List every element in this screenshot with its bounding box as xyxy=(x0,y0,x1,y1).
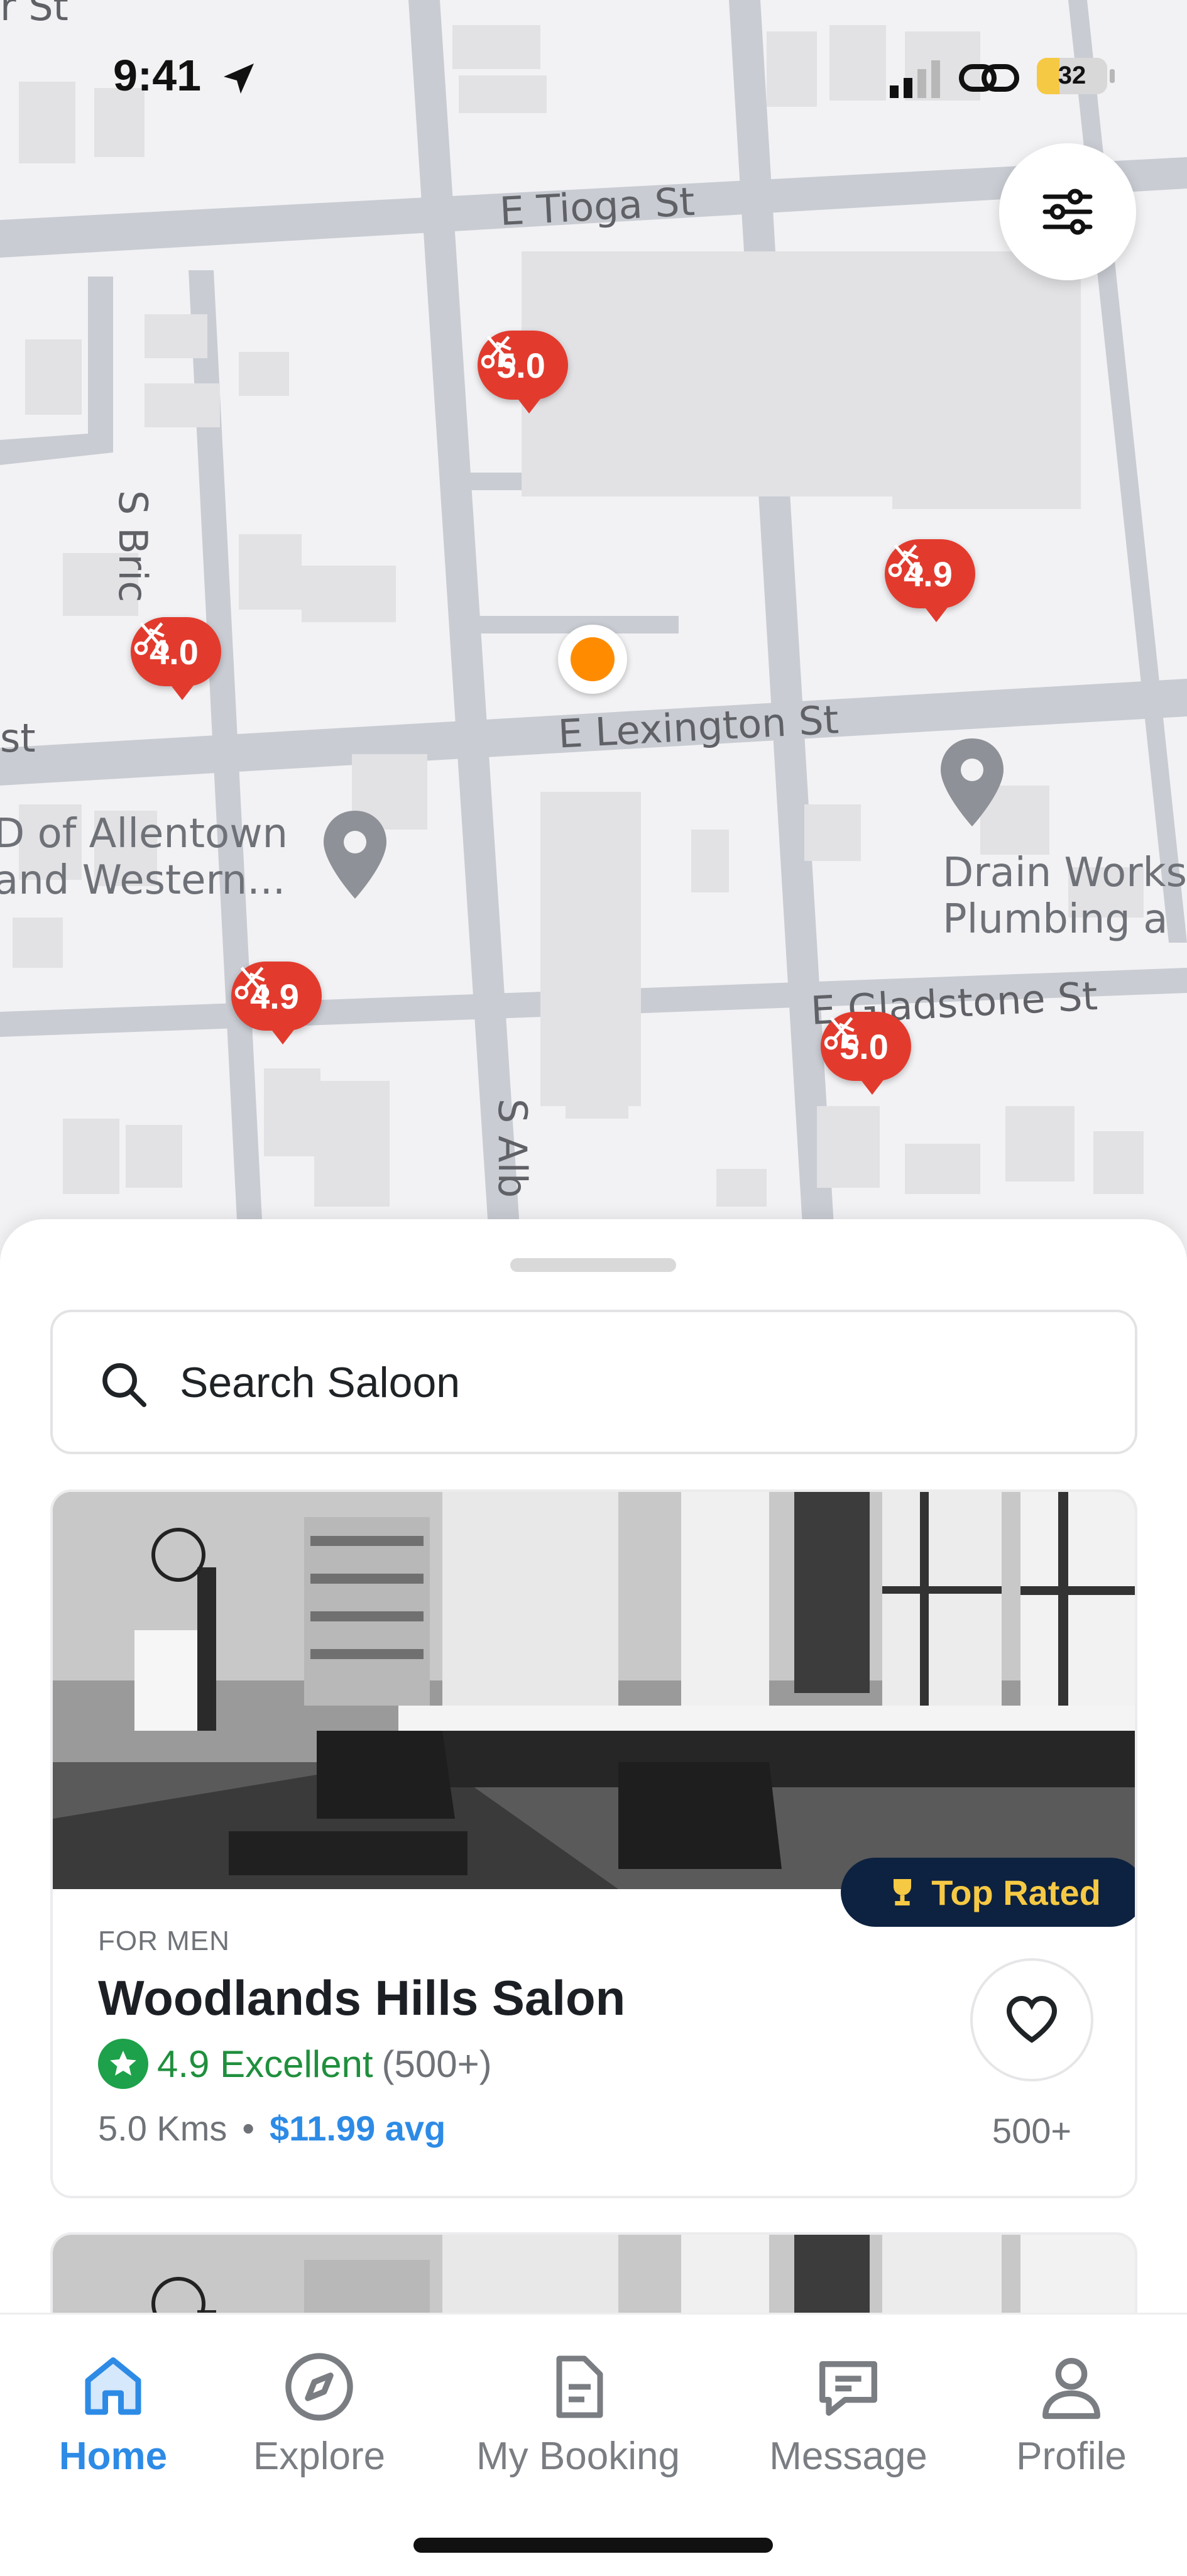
scissors-comb-icon xyxy=(481,336,516,369)
favorite-button[interactable] xyxy=(970,1958,1093,2081)
document-icon xyxy=(556,2355,603,2418)
heart-icon xyxy=(1006,1995,1058,2043)
tab-label: Message xyxy=(769,2435,927,2478)
salon-pin[interactable]: 4.9 xyxy=(885,539,975,622)
search-icon xyxy=(102,1363,147,1408)
salon-price: $11.99 avg xyxy=(270,2108,446,2148)
rating-count: (500+) xyxy=(381,2042,492,2085)
place-label-line: D of Allentown xyxy=(0,811,288,857)
tab-my-booking[interactable]: My Booking xyxy=(440,2340,716,2479)
filter-button[interactable] xyxy=(999,143,1136,280)
tab-explore[interactable]: Explore xyxy=(219,2340,420,2479)
battery-level: 32 xyxy=(1058,62,1086,89)
place-label-line: and Western... xyxy=(0,857,286,904)
status-bar: 9:41 32 xyxy=(0,0,1187,151)
bottom-tab-bar: Home Explore My Booking Message Profile xyxy=(0,2313,1187,2576)
salon-meta: 5.0 Kms • $11.99 avg xyxy=(98,2108,446,2149)
favorite-count: 500+ xyxy=(992,2111,1072,2151)
scissors-comb-icon xyxy=(888,544,923,578)
street-label-s-alb: S Alb xyxy=(490,1099,535,1198)
top-rated-badge: Top Rated xyxy=(841,1858,1135,1927)
tab-message[interactable]: Message xyxy=(748,2340,949,2479)
salon-name[interactable]: Woodlands Hills Salon xyxy=(98,1970,625,2027)
tab-label: Home xyxy=(58,2435,168,2478)
tab-label: My Booking xyxy=(476,2435,680,2478)
place-label-drain-works: Drain Works Plumbing a xyxy=(943,850,1187,943)
battery-cap xyxy=(1110,69,1115,83)
salon-distance: 5.0 Kms xyxy=(98,2108,227,2148)
link-icon xyxy=(959,64,1019,92)
sliders-icon xyxy=(1042,189,1093,235)
tab-profile[interactable]: Profile xyxy=(971,2340,1172,2479)
sheet-drag-handle[interactable] xyxy=(510,1258,676,1272)
tab-home[interactable]: Home xyxy=(13,2340,214,2479)
salon-card[interactable]: Top Rated FOR MEN Woodlands Hills Salon … xyxy=(50,1489,1137,2198)
user-location-dot xyxy=(558,625,627,694)
salon-pin[interactable]: 5.0 xyxy=(821,1012,911,1095)
salon-pin[interactable]: 4.9 xyxy=(231,962,322,1044)
place-label-line: Drain Works xyxy=(943,850,1187,896)
scissors-comb-icon xyxy=(824,1017,859,1050)
search-input[interactable] xyxy=(178,1347,1061,1418)
battery-indicator: 32 xyxy=(1037,58,1107,94)
search-bar[interactable] xyxy=(50,1310,1137,1454)
salon-photo xyxy=(53,1492,1135,1889)
star-icon xyxy=(98,2039,148,2089)
rating-value: 4.9 Excellent xyxy=(157,2042,373,2085)
tab-label: Explore xyxy=(253,2435,386,2478)
status-time: 9:41 xyxy=(113,51,202,100)
meta-separator: • xyxy=(242,2108,255,2148)
home-indicator xyxy=(413,2538,773,2553)
location-arrow-icon xyxy=(224,63,254,94)
salon-rating: 4.9 Excellent (500+) xyxy=(98,2039,492,2089)
scissors-comb-icon xyxy=(234,967,270,1000)
scissors-comb-icon xyxy=(134,622,169,655)
user-icon xyxy=(1042,2358,1100,2420)
trophy-icon xyxy=(894,1879,912,1905)
cellular-signal-icon xyxy=(890,60,940,98)
compass-icon xyxy=(285,2353,353,2421)
salon-pin[interactable]: 5.0 xyxy=(478,331,568,414)
home-icon xyxy=(85,2357,141,2415)
salon-category: FOR MEN xyxy=(98,1926,230,1956)
tab-label: Profile xyxy=(1016,2435,1127,2478)
chat-icon xyxy=(819,2361,877,2416)
place-label-allentown: D of Allentown and Western... xyxy=(0,811,288,904)
street-label-s-bric: S Bric xyxy=(110,490,156,603)
salon-pin[interactable]: 4.0 xyxy=(131,617,221,700)
badge-label: Top Rated xyxy=(931,1872,1101,1912)
street-label-st: st xyxy=(0,715,36,761)
place-label-line: Plumbing a xyxy=(943,896,1168,943)
